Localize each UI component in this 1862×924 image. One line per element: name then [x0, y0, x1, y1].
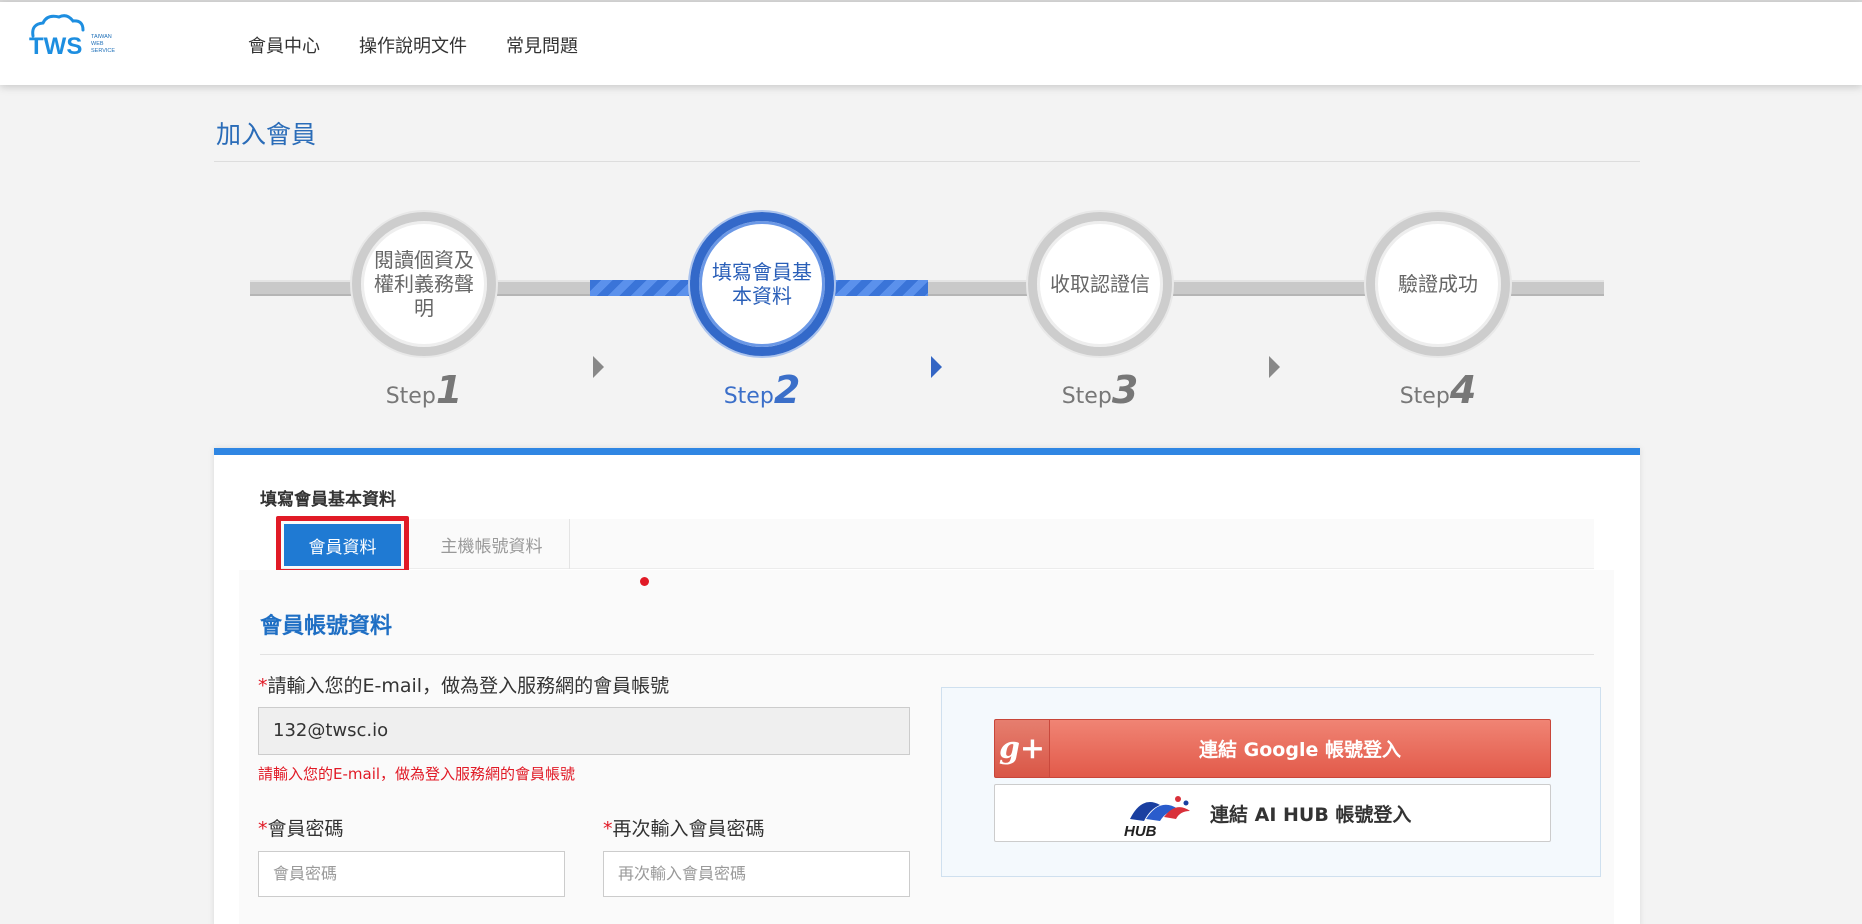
step-2-label: Step2	[723, 368, 801, 412]
svg-text:HUB: HUB	[1124, 823, 1157, 839]
aihub-login-button[interactable]: HUB 連結 AI HUB 帳號登入	[994, 784, 1551, 842]
required-mark: *	[258, 675, 268, 697]
section-divider	[260, 654, 1594, 655]
triangle-right-icon	[1269, 356, 1280, 378]
nav-item-docs[interactable]: 操作說明文件	[359, 32, 467, 58]
tab-host-account[interactable]: 主機帳號資料	[414, 519, 570, 569]
step-4-label: Step4	[1399, 368, 1477, 412]
step-2: 填寫會員基本資料 Step2	[690, 212, 834, 412]
tab-member-info[interactable]: 會員資料	[284, 524, 401, 566]
annotation-dot	[640, 577, 649, 586]
required-mark: *	[603, 818, 613, 840]
social-login-box: g+ 連結 Google 帳號登入 HUB 連結 AI HUB 帳號登入	[941, 687, 1601, 877]
aihub-logo-icon: HUB	[1124, 796, 1190, 839]
section-title: 會員帳號資料	[260, 614, 393, 639]
step-1-text: 閱讀個資及權利義務聲明	[374, 248, 474, 320]
step-3-text: 收取認證信	[1050, 272, 1150, 296]
step-2-circle: 填寫會員基本資料	[690, 212, 834, 356]
step-2-text: 填寫會員基本資料	[712, 260, 812, 308]
step-1: 閱讀個資及權利義務聲明 Step1	[352, 212, 496, 412]
password-confirm-label: *再次輸入會員密碼	[603, 818, 765, 840]
main-nav: 會員中心 操作說明文件 常見問題	[248, 32, 617, 58]
step-4: 驗證成功 Step4	[1366, 212, 1510, 412]
page-title: 加入會員	[216, 120, 317, 149]
site-header: TWS TAIWAN WEB SERVICE 會員中心 操作說明文件 常見問題	[0, 2, 1862, 85]
step-3-label: Step3	[1061, 368, 1139, 412]
title-divider	[214, 161, 1640, 162]
email-label: *請輸入您的E-mail，做為登入服務網的會員帳號	[258, 675, 670, 697]
svg-text:SERVICE: SERVICE	[91, 48, 115, 54]
step-3-circle: 收取認證信	[1028, 212, 1172, 356]
triangle-right-icon	[593, 356, 604, 378]
email-field[interactable]: 132@twsc.io	[258, 707, 910, 755]
aihub-login-label: 連結 AI HUB 帳號登入	[1210, 803, 1412, 826]
svg-text:WEB: WEB	[91, 41, 104, 47]
step-3: 收取認證信 Step3	[1028, 212, 1172, 412]
step-1-circle: 閱讀個資及權利義務聲明	[352, 212, 496, 356]
google-plus-icon: g+	[995, 720, 1050, 777]
nav-item-faq[interactable]: 常見問題	[506, 32, 578, 58]
form-panel: 填寫會員基本資料 會員資料 主機帳號資料 會員帳號資料 *請輸入您的E-mail…	[214, 448, 1640, 924]
google-login-button[interactable]: g+ 連結 Google 帳號登入	[994, 719, 1551, 778]
password-confirm-field[interactable]: 再次輸入會員密碼	[603, 851, 910, 897]
nav-item-member-center[interactable]: 會員中心	[248, 32, 320, 58]
logo-text: TWS	[29, 33, 82, 58]
panel-title: 填寫會員基本資料	[260, 490, 396, 510]
step-progress: 閱讀個資及權利義務聲明 Step1 填寫會員基本資料 Step2 收取認證信 S…	[0, 200, 1862, 420]
step-4-text: 驗證成功	[1398, 272, 1478, 296]
email-error-message: 請輸入您的E-mail，做為登入服務網的會員帳號	[258, 765, 576, 783]
password-label: *會員密碼	[258, 818, 344, 840]
step-4-circle: 驗證成功	[1366, 212, 1510, 356]
tws-logo[interactable]: TWS TAIWAN WEB SERVICE	[27, 14, 137, 58]
step-1-label: Step1	[385, 368, 463, 412]
required-mark: *	[258, 818, 268, 840]
google-login-label: 連結 Google 帳號登入	[1199, 739, 1401, 761]
svg-text:TAIWAN: TAIWAN	[91, 34, 112, 40]
password-field[interactable]: 會員密碼	[258, 851, 565, 897]
triangle-right-icon	[931, 356, 942, 378]
